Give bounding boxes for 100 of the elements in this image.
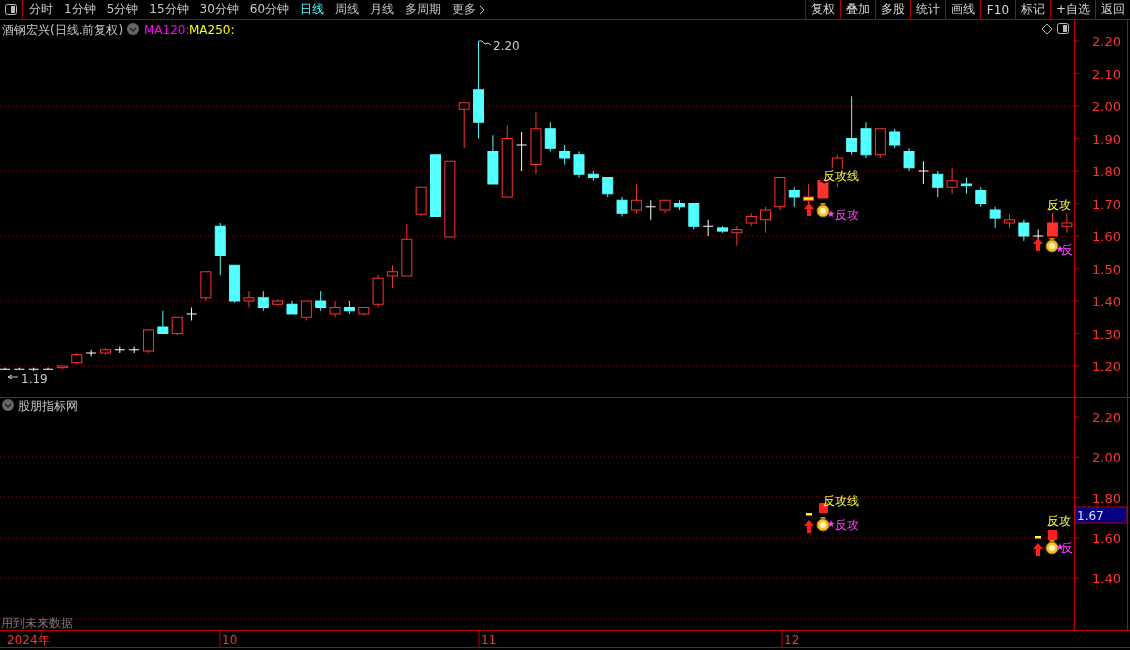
- candlestick: [99, 347, 111, 356]
- indicator-label: MA250:: [189, 23, 235, 37]
- candlestick: [286, 300, 298, 315]
- indicator-title: 股朋指标网: [18, 399, 78, 413]
- candlestick: [975, 186, 987, 208]
- warning-note: 用到未来数据: [1, 616, 73, 630]
- signal-line-label: 反攻线: [823, 494, 859, 508]
- up-arrow-icon: [804, 203, 814, 216]
- candlestick: [717, 225, 728, 234]
- candlestick: [214, 222, 226, 276]
- toolbar-button[interactable]: 叠加: [839, 0, 875, 19]
- chevron-down-icon[interactable]: [127, 23, 139, 35]
- star-icon: [827, 520, 835, 528]
- up-arrow-icon: [804, 520, 814, 533]
- candlestick: [386, 264, 398, 289]
- candlestick: [846, 95, 858, 156]
- candlestick: [1004, 213, 1015, 229]
- candlestick: [745, 212, 757, 227]
- money-bag-icon: [1045, 238, 1059, 253]
- toolbar-button[interactable]: 统计: [909, 0, 945, 19]
- candlestick: [430, 154, 441, 217]
- period-tab[interactable]: 月线: [366, 1, 399, 18]
- price-axis-label: 1.40: [1092, 294, 1121, 309]
- candlestick: [544, 121, 556, 152]
- candlestick: [272, 298, 284, 307]
- candlestick: [702, 219, 714, 237]
- signal-dash: [1035, 536, 1041, 539]
- candlestick: [960, 177, 972, 195]
- panel-toggle-icon[interactable]: [1057, 23, 1069, 34]
- period-tab[interactable]: 多周期: [401, 1, 446, 18]
- money-bag-icon: [1045, 540, 1059, 555]
- candlestick: [731, 225, 743, 247]
- candlestick: [128, 346, 140, 354]
- signal-line-label: 反攻: [1047, 198, 1071, 212]
- period-tab[interactable]: 15分钟: [145, 1, 193, 18]
- candlestick: [28, 367, 40, 372]
- candlestick: [171, 316, 183, 336]
- candlestick: [803, 183, 815, 206]
- period-tab[interactable]: 30分钟: [195, 1, 243, 18]
- candlestick: [243, 290, 255, 308]
- candlestick: [343, 300, 355, 315]
- candlestick: [917, 160, 929, 185]
- date-axis-label: 11: [481, 633, 497, 647]
- signal-dash: [806, 513, 812, 516]
- candlestick: [903, 147, 915, 172]
- leader-line: [478, 40, 492, 46]
- price-axis-label: 2.00: [1092, 450, 1121, 466]
- toolbar-button[interactable]: 返回: [1095, 0, 1130, 19]
- period-tab[interactable]: 5分钟: [102, 1, 143, 18]
- toolbar-button[interactable]: 标记: [1014, 0, 1050, 19]
- period-tab[interactable]: 分时: [25, 1, 57, 18]
- toolbar-button[interactable]: 画线: [944, 0, 980, 19]
- current-value-label: 1.67: [1074, 506, 1128, 524]
- date-axis-label: 2024年: [7, 633, 50, 647]
- panel-toggle-icon[interactable]: [5, 4, 17, 15]
- toolbar-button[interactable]: +自选: [1049, 0, 1095, 19]
- toolbar-button[interactable]: 多股: [874, 0, 910, 19]
- chevron-right-icon: [479, 4, 486, 15]
- period-tab[interactable]: 更多: [448, 1, 490, 18]
- candlestick: [673, 199, 685, 211]
- candlestick: [13, 367, 25, 370]
- candlestick: [1047, 212, 1059, 237]
- period-tab[interactable]: 60分钟: [245, 1, 294, 18]
- candlestick: [487, 134, 499, 185]
- indicator-label: MA120:: [144, 23, 190, 37]
- price-axis-label: 1.40: [1092, 571, 1121, 587]
- candlestick: [229, 264, 241, 304]
- price-axis-label: 1.60: [1092, 229, 1121, 244]
- price-axis-label: 1.30: [1092, 326, 1121, 342]
- candlestick: [774, 177, 786, 211]
- price-axis-label: 1.60: [1092, 530, 1121, 546]
- toolbar-button[interactable]: 复权: [804, 0, 840, 19]
- period-tab[interactable]: 1分钟: [60, 1, 100, 18]
- price-axis-label: 1.80: [1092, 490, 1121, 506]
- candlestick: [401, 223, 413, 277]
- candlestick: [56, 365, 68, 370]
- chevron-down-icon[interactable]: [2, 399, 14, 411]
- candlestick: [530, 112, 542, 175]
- price-axis-label: 2.10: [1092, 66, 1121, 82]
- diamond-icon[interactable]: [1041, 23, 1053, 35]
- period-tab[interactable]: 日线: [296, 1, 329, 18]
- candlestick: [602, 177, 614, 198]
- candlestick: [1061, 212, 1073, 234]
- candlestick: [946, 167, 958, 195]
- candlestick: [573, 151, 585, 178]
- candlestick: [114, 346, 126, 354]
- up-arrow-icon: [1033, 238, 1043, 251]
- candlestick: [315, 290, 327, 312]
- signal-tag: 反: [1061, 243, 1073, 257]
- toolbar-button[interactable]: F10: [979, 0, 1015, 19]
- candlestick: [329, 300, 341, 318]
- signal-marker: [1048, 530, 1057, 540]
- candlestick: [874, 128, 886, 159]
- candlestick: [42, 367, 54, 370]
- high-price-label: 2.20: [493, 39, 520, 53]
- period-tab[interactable]: 周线: [331, 1, 364, 18]
- price-axis-label: 1.90: [1092, 131, 1121, 147]
- candlestick: [760, 206, 772, 234]
- candlestick: [415, 186, 427, 217]
- signal-tag: 反攻: [835, 518, 859, 532]
